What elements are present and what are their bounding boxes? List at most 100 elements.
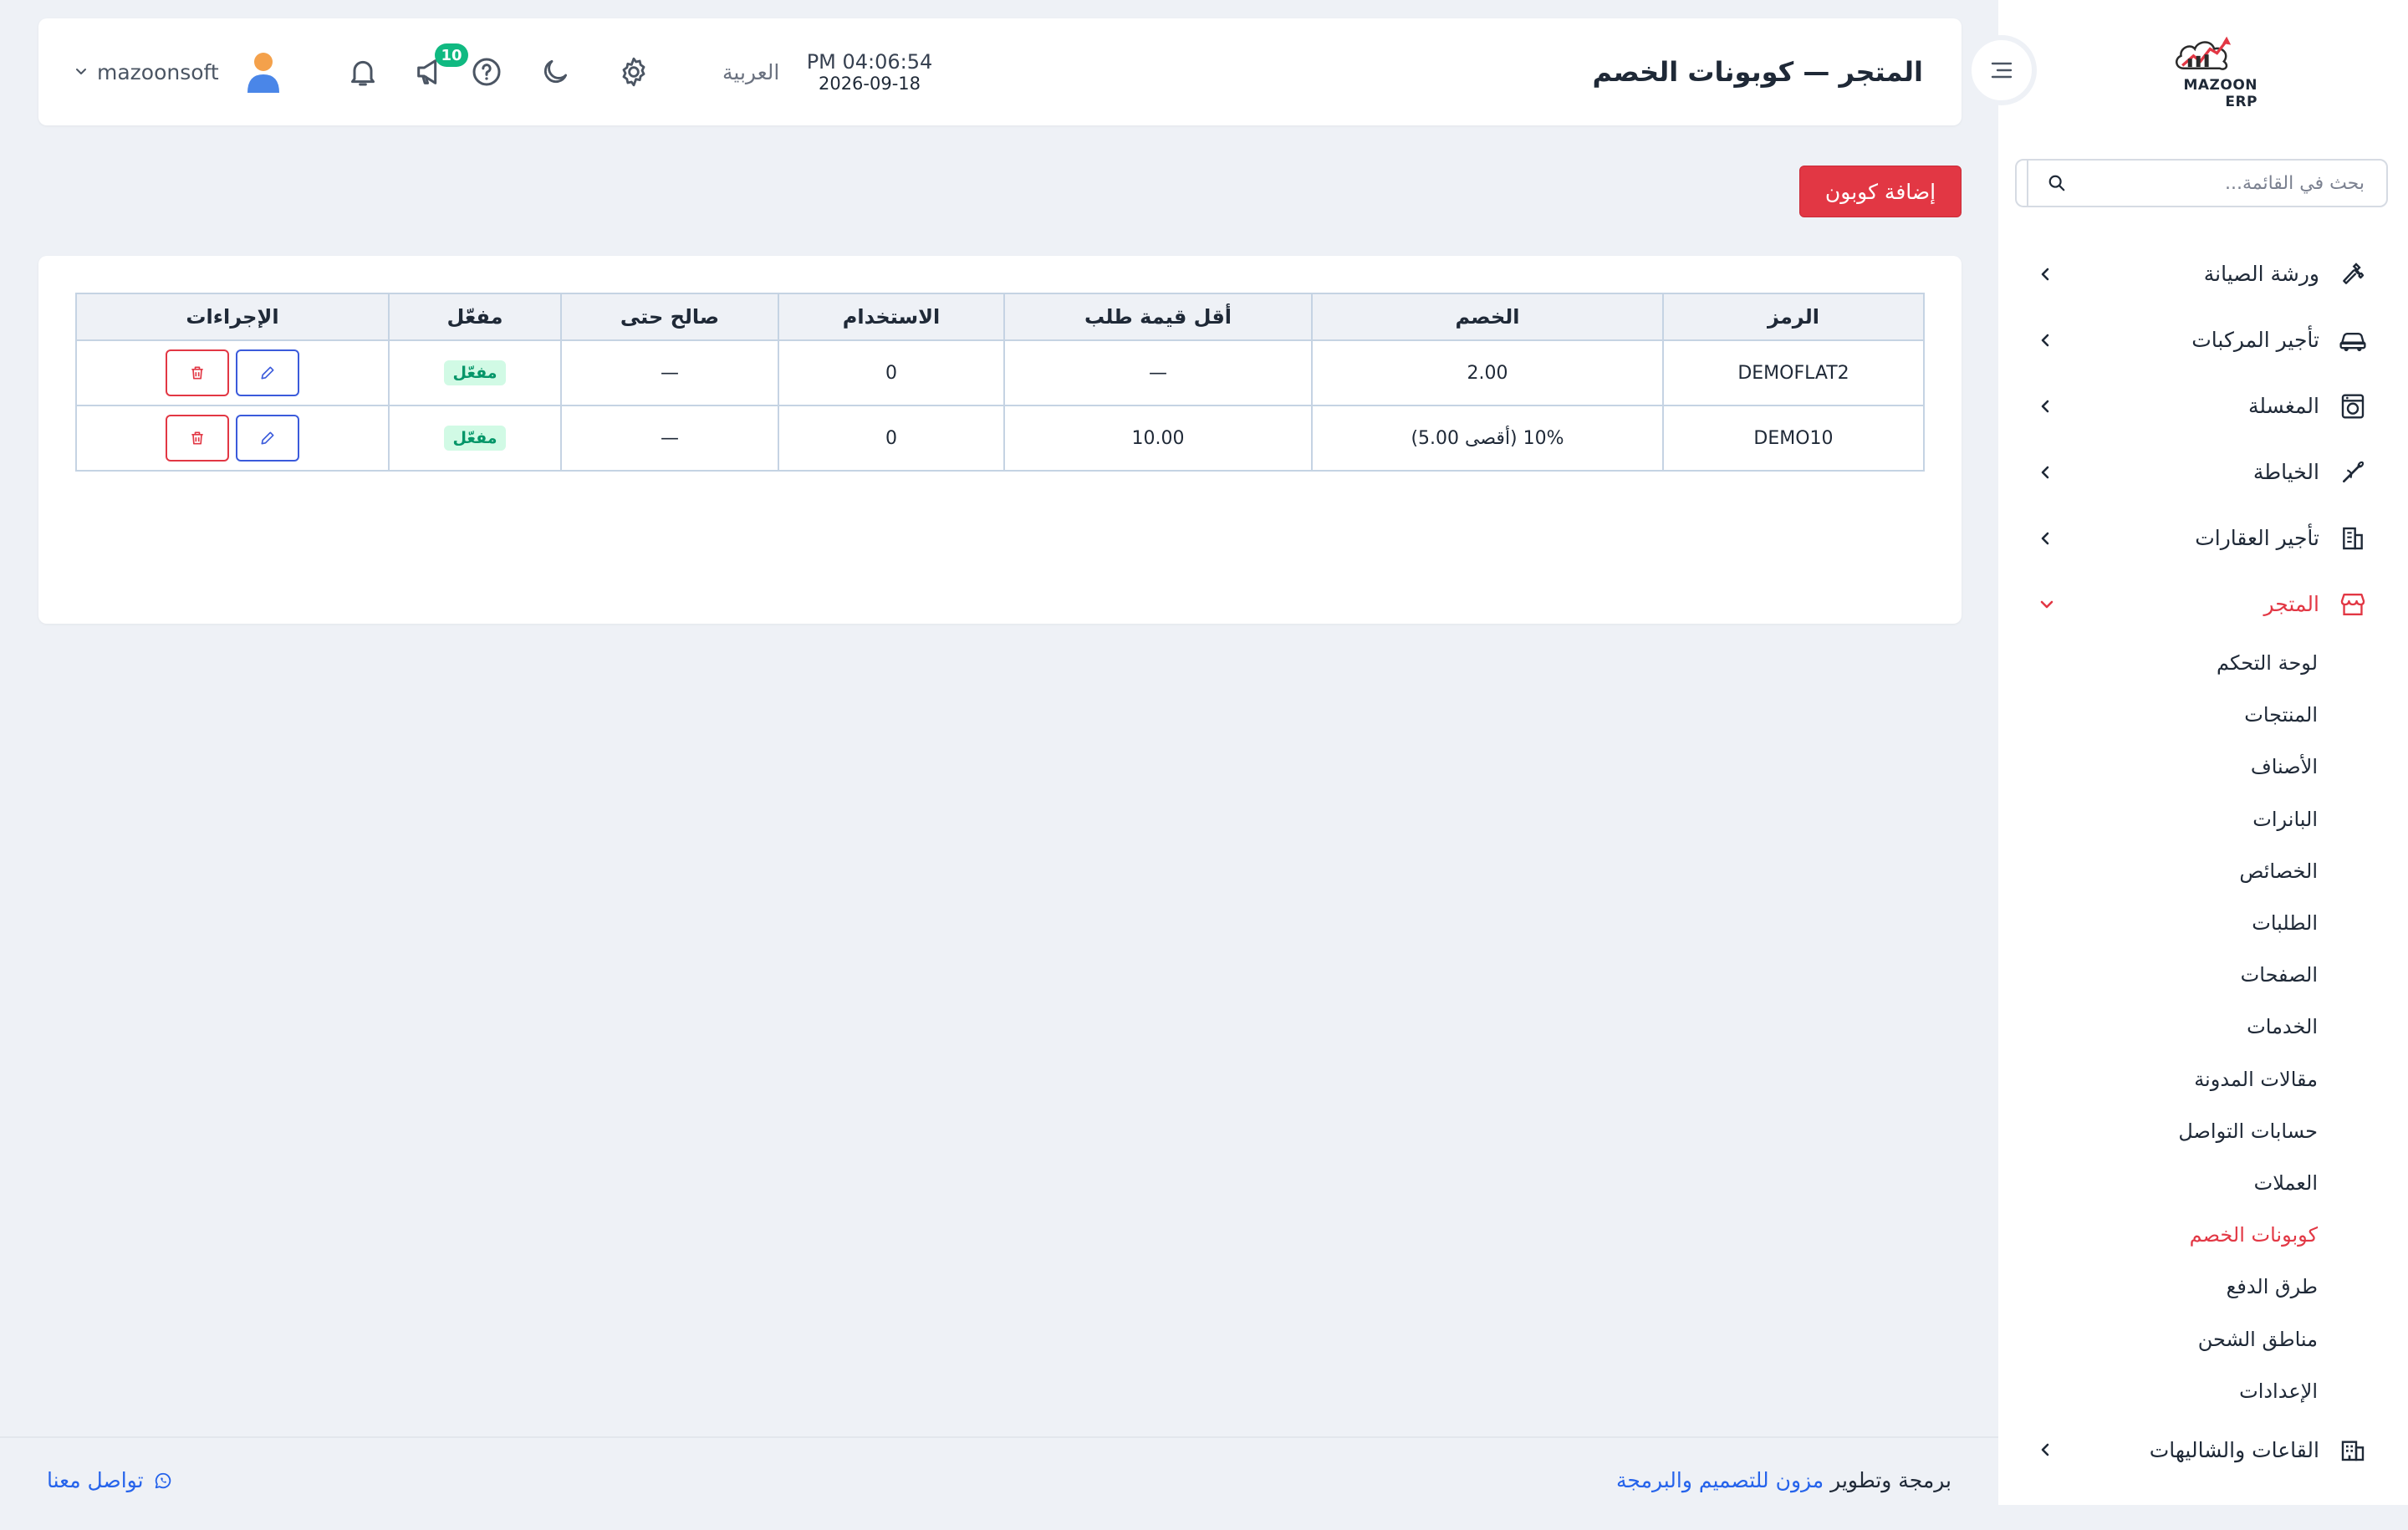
chevron-left-icon	[2038, 530, 2052, 547]
logo-cloud-icon	[2176, 36, 2232, 70]
submenu-item-products[interactable]: المنتجات	[1998, 689, 2408, 741]
sidebar-item-halls[interactable]: القاعات والشاليهات	[1998, 1417, 2408, 1483]
cell-discount: 10% (أقصى 5.00)	[1311, 405, 1664, 472]
footer-credit: برمجة وتطوير مزون للتصميم والبرمجة	[1616, 1468, 1951, 1492]
bell-icon[interactable]	[344, 54, 381, 90]
submenu-item-orders[interactable]: الطلبات	[1998, 897, 2408, 949]
edit-button[interactable]	[236, 349, 299, 396]
submenu-item-attributes[interactable]: الخصائص	[1998, 845, 2408, 897]
column-header-discount: الخصم	[1311, 293, 1664, 341]
clock: PM 04:06:54 2026-09-18	[794, 52, 945, 93]
sidebar-search	[2015, 159, 2388, 207]
submenu-item-categories[interactable]: الأصناف	[1998, 741, 2408, 793]
wrench-icon	[2338, 259, 2368, 289]
footer-divider	[0, 1436, 1998, 1438]
submenu-item-pages[interactable]: الصفحات	[1998, 949, 2408, 1001]
pencil-icon	[259, 365, 276, 381]
cell-usage: 0	[778, 339, 1005, 406]
trash-icon	[189, 365, 206, 381]
cell-enabled: مفعّل	[388, 405, 562, 472]
coupons-card: الرمز الخصم أقل قيمة طلب الاستخدام صالح …	[38, 256, 1962, 624]
sidebar-item-store[interactable]: المتجر	[1998, 571, 2408, 637]
submenu-item-currencies[interactable]: العملات	[1998, 1157, 2408, 1209]
washing-machine-icon	[2338, 391, 2368, 421]
submenu-item-settings[interactable]: الإعدادات	[1998, 1365, 2408, 1417]
page-title: المتجر — كوبونات الخصم	[1592, 56, 1924, 88]
store-submenu: لوحة التحكم المنتجات الأصناف البانرات ال…	[1998, 637, 2408, 1417]
contact-label: تواصل معنا	[47, 1468, 144, 1492]
sidebar-item-maintenance[interactable]: ورشة الصيانة	[1998, 241, 2408, 307]
sidebar-item-car-rental[interactable]: تأجير المركبات	[1998, 307, 2408, 373]
top-header: المتجر — كوبونات الخصم PM 04:06:54 2026-…	[38, 18, 1962, 125]
hall-icon	[2338, 1435, 2368, 1465]
needle-icon	[2338, 457, 2368, 487]
contact-us-link[interactable]: تواصل معنا	[47, 1468, 172, 1492]
user-menu[interactable]: mazoonsoft	[75, 18, 283, 125]
sidebar-search-input[interactable]	[2085, 161, 2386, 206]
sidebar-item-real-estate[interactable]: تأجير العقارات	[1998, 505, 2408, 571]
delete-button[interactable]	[166, 415, 229, 462]
sidebar-item-tailoring[interactable]: الخياطة	[1998, 439, 2408, 505]
footer-credit-prefix: برمجة وتطوير	[1830, 1468, 1951, 1492]
cell-valid-until: —	[560, 339, 779, 406]
status-badge: مفعّل	[444, 360, 506, 385]
megaphone-icon[interactable]: 10	[411, 43, 468, 90]
trash-icon	[189, 430, 206, 446]
sidebar-item-label: تأجير العقارات	[2195, 526, 2319, 550]
logo-text: MAZOON ERP	[2183, 77, 2258, 110]
submenu-item-payment-methods[interactable]: طرق الدفع	[1998, 1261, 2408, 1313]
add-coupon-button[interactable]: إضافة كوبون	[1799, 166, 1962, 217]
column-header-actions: الإجراءات	[75, 293, 390, 341]
notification-badge: 10	[435, 43, 468, 67]
store-icon	[2338, 589, 2368, 620]
sidebar: MAZOON ERP ورشة الصيانة تأجير المركبات	[1998, 0, 2408, 1505]
brand-logo[interactable]: MAZOON ERP	[2149, 35, 2258, 110]
table-row: DEMO10 10% (أقصى 5.00) 10.00 0 — مفعّل	[75, 405, 1925, 472]
delete-button[interactable]	[166, 349, 229, 396]
submenu-item-dashboard[interactable]: لوحة التحكم	[1998, 637, 2408, 689]
sidebar-menu: ورشة الصيانة تأجير المركبات المغسلة الخي…	[1998, 241, 2408, 1483]
submenu-item-shipping-zones[interactable]: مناطق الشحن	[1998, 1313, 2408, 1364]
cell-actions	[75, 405, 390, 472]
submenu-item-coupons[interactable]: كوبونات الخصم	[1998, 1209, 2408, 1261]
submenu-item-services[interactable]: الخدمات	[1998, 1001, 2408, 1053]
sidebar-item-label: القاعات والشاليهات	[2149, 1437, 2319, 1462]
moon-icon[interactable]	[537, 54, 574, 90]
chevron-down-icon	[2038, 598, 2055, 611]
submenu-item-blog-posts[interactable]: مقالات المدونة	[1998, 1053, 2408, 1105]
cell-code: DEMO10	[1662, 405, 1925, 472]
column-header-min-order: أقل قيمة طلب	[1003, 293, 1313, 341]
submenu-item-banners[interactable]: البانرات	[1998, 793, 2408, 845]
cell-code: DEMOFLAT2	[1662, 339, 1925, 406]
chevron-left-icon	[2038, 266, 2052, 283]
sidebar-toggle-button[interactable]	[1967, 35, 2037, 105]
footer-credit-link[interactable]: مزون للتصميم والبرمجة	[1616, 1468, 1824, 1492]
cell-actions	[75, 339, 390, 406]
table-row: DEMOFLAT2 2.00 — 0 — مفعّل	[75, 339, 1925, 406]
clock-date: 2026-09-18	[818, 74, 921, 94]
username: mazoonsoft	[97, 59, 219, 84]
cell-min-order: 10.00	[1003, 405, 1313, 472]
whatsapp-icon	[154, 1471, 172, 1490]
cell-usage: 0	[778, 405, 1005, 472]
column-header-code: الرمز	[1662, 293, 1925, 341]
sidebar-item-label: المغسلة	[2247, 394, 2319, 418]
edit-button[interactable]	[236, 415, 299, 462]
help-icon[interactable]	[468, 54, 505, 90]
cell-enabled: مفعّل	[388, 339, 562, 406]
sidebar-item-label: ورشة الصيانة	[2203, 262, 2319, 286]
chevron-left-icon	[2038, 332, 2052, 349]
sidebar-item-label: تأجير المركبات	[2191, 328, 2319, 352]
settings-gear-icon[interactable]	[615, 54, 652, 90]
sidebar-item-laundry[interactable]: المغسلة	[1998, 373, 2408, 439]
menu-lines-icon	[1989, 59, 2014, 81]
chevron-left-icon	[2038, 464, 2052, 481]
avatar	[244, 51, 283, 93]
pencil-icon	[259, 430, 276, 446]
language-switcher[interactable]: العربية	[722, 18, 779, 125]
chevron-left-icon	[2038, 1441, 2052, 1458]
search-icon[interactable]	[2027, 161, 2085, 206]
cell-discount: 2.00	[1311, 339, 1664, 406]
sidebar-item-label: المتجر	[2263, 592, 2320, 616]
submenu-item-social-accounts[interactable]: حسابات التواصل	[1998, 1105, 2408, 1157]
